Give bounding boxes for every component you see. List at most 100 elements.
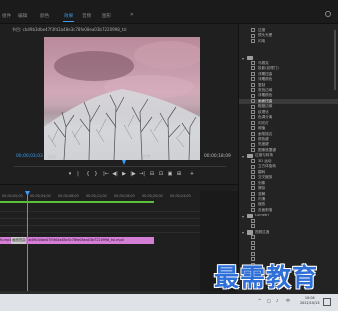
extract-button[interactable]: ⊡: [157, 170, 165, 178]
folder-icon: [247, 55, 253, 61]
go-to-out-button[interactable]: →|: [138, 170, 146, 178]
current-timecode[interactable]: 00;00;03;03: [16, 154, 43, 159]
effects-item-label: 投影(纹理门): [258, 66, 279, 71]
effect-icon: [251, 93, 255, 98]
effects-scrollbar[interactable]: [334, 30, 336, 90]
effects-item-label: 擦除: [258, 186, 266, 191]
system-clock[interactable]: 10:04 2021/10/13: [300, 296, 320, 305]
step-forward-button[interactable]: |▶: [129, 170, 137, 178]
notification-icon[interactable]: [323, 298, 331, 306]
effects-item-label: 色调分离: [258, 115, 273, 120]
add-marker-button[interactable]: ▾: [66, 170, 74, 178]
effect-icon: [251, 110, 255, 115]
effect-icon: [251, 71, 255, 76]
quality-dropdown[interactable]: 完整: [142, 154, 150, 160]
workspace-tab[interactable]: 组件: [2, 13, 11, 19]
show-hidden-icons-button[interactable]: ^: [258, 298, 261, 303]
monitor-time-ruler[interactable]: [14, 162, 226, 167]
folder-icon: [247, 230, 253, 235]
play-button[interactable]: ▶: [120, 170, 128, 178]
effects-item-label: 浮雕颜色: [258, 93, 273, 98]
effect-icon: [251, 164, 255, 169]
clip-name: cb49b3dbe47f3fd3a48e3c78fe08ea03b7220998…: [27, 238, 124, 242]
more-workspaces-button[interactable]: »: [130, 11, 134, 18]
effect-icon: [251, 137, 255, 142]
effects-item-label: 交叉缩放: [258, 175, 273, 180]
effects-item-label: 浮雕扭曲: [258, 71, 273, 76]
effect-icon: [251, 28, 255, 33]
effects-item-label: Lumetri: [255, 213, 269, 218]
monitor-title: 节目: cb49b3dbe47f3fd3a48e3c78fe08ea03b722…: [12, 27, 127, 32]
effects-item-label: 粗糙边缘: [258, 104, 273, 109]
step-back-button[interactable]: ◀|: [111, 170, 119, 178]
work-area-bar[interactable]: [0, 201, 154, 203]
ruler-tick: 00;00;04;00: [30, 194, 51, 198]
effects-item-label: 页面剥落: [258, 207, 273, 212]
effect-icon: [251, 175, 255, 180]
effect-icon: [251, 202, 255, 207]
workspace-tab-effects[interactable]: 效果: [62, 13, 75, 22]
effect-icon: [251, 246, 255, 251]
effect-icon: [251, 39, 255, 44]
effect-icon: [251, 131, 255, 136]
effect-icon: [251, 33, 255, 38]
effect-icon: [251, 219, 255, 224]
watermark-logo: 最需教育: [214, 263, 319, 292]
effects-item-label: 过渡与转场: [255, 153, 273, 158]
effect-icon: [251, 77, 255, 82]
folder-icon: [247, 213, 253, 219]
effect-icon: [251, 251, 255, 256]
effect-icon: [251, 186, 255, 191]
effect-icon: [251, 99, 255, 104]
effect-icon: [251, 148, 255, 153]
effects-item-label: 翻转: [258, 169, 266, 174]
volume-icon[interactable]: ♪: [276, 298, 279, 303]
ruler-tick: 00;00;00;00: [2, 194, 23, 198]
effects-item-label: 溶解: [258, 191, 266, 196]
button-editor-button[interactable]: +: [188, 170, 196, 178]
video-frame: [44, 37, 200, 160]
effect-icon: [251, 224, 255, 229]
ruler-tick: 00;00;16;00: [114, 194, 135, 198]
effect-icon: [251, 191, 255, 196]
search-icon[interactable]: [325, 11, 331, 17]
timeline-ruler[interactable]: 00;00;00;00 00;00;04;00 00;00;08;00 00;0…: [0, 191, 200, 199]
go-to-in-button[interactable]: |←: [102, 170, 110, 178]
ruler-tick: 00;00;08;00: [58, 194, 79, 198]
effects-item-label: 闪电: [258, 38, 266, 43]
effect-icon: [251, 60, 255, 65]
workspace-bar: 组件 编辑 颜色 效果 音频 图形 »: [0, 0, 338, 24]
workspace-tab[interactable]: 编辑: [18, 13, 27, 19]
mark-out-button[interactable]: }: [92, 170, 100, 178]
ruler-tick: 00;00;24;00: [170, 194, 191, 198]
network-icon[interactable]: □: [267, 298, 271, 303]
effect-icon: [251, 120, 255, 125]
export-frame-button[interactable]: ▣: [166, 170, 174, 178]
effects-item-label: 纹理化: [258, 109, 269, 114]
clip-effect-badge[interactable]: 画面扭曲: [11, 237, 26, 244]
workspace-tab[interactable]: 图形: [102, 13, 111, 19]
effects-item-label: 闪光灯: [258, 120, 269, 125]
input-method-icon[interactable]: 中: [286, 298, 290, 304]
lift-button[interactable]: ⊟: [148, 170, 156, 178]
effect-icon: [251, 180, 255, 185]
fit-dropdown[interactable]: 适合: [48, 154, 56, 160]
video-tracks: [0, 205, 200, 233]
workspace-tab[interactable]: 颜色: [40, 13, 49, 19]
bare-trees-image: [44, 89, 200, 160]
effect-icon: [251, 126, 255, 131]
effects-item-label: 亮度键: [258, 142, 269, 147]
ruler-tick: 00;00;20;00: [142, 194, 163, 198]
program-monitor: 节目: cb49b3dbe47f3fd3a48e3c78fe08ea03b722…: [0, 24, 238, 184]
effects-item-label: 浮雕颜色: [258, 77, 273, 82]
effect-icon: [251, 66, 255, 71]
workspace-tab[interactable]: 音频: [82, 13, 91, 19]
duration-timecode: 00;00;18;09: [204, 154, 231, 159]
comparison-view-button[interactable]: ⊞: [175, 170, 183, 178]
effect-icon: [251, 82, 255, 87]
effects-item-label: 划像: [258, 180, 266, 185]
mark-in-button[interactable]: {: [84, 170, 92, 178]
timeline-panel: 00;00;00;00 00;00;04;00 00;00;08;00 00;0…: [0, 184, 238, 295]
effects-item-label: 缩放: [258, 202, 266, 207]
timeline-playhead-line[interactable]: [27, 191, 28, 295]
